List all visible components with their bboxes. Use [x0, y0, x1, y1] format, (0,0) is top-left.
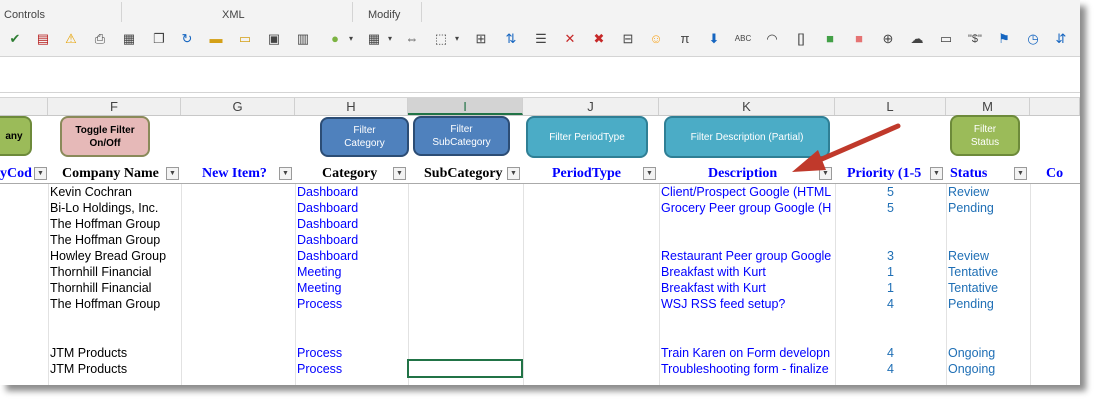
annotation-arrow-icon — [792, 123, 901, 172]
excel-window: Controls XML Modify ✔ ▤ ⚠ ⎙ ▦ ❐ ↻ ▬ ▭ ▣ … — [0, 0, 1080, 385]
